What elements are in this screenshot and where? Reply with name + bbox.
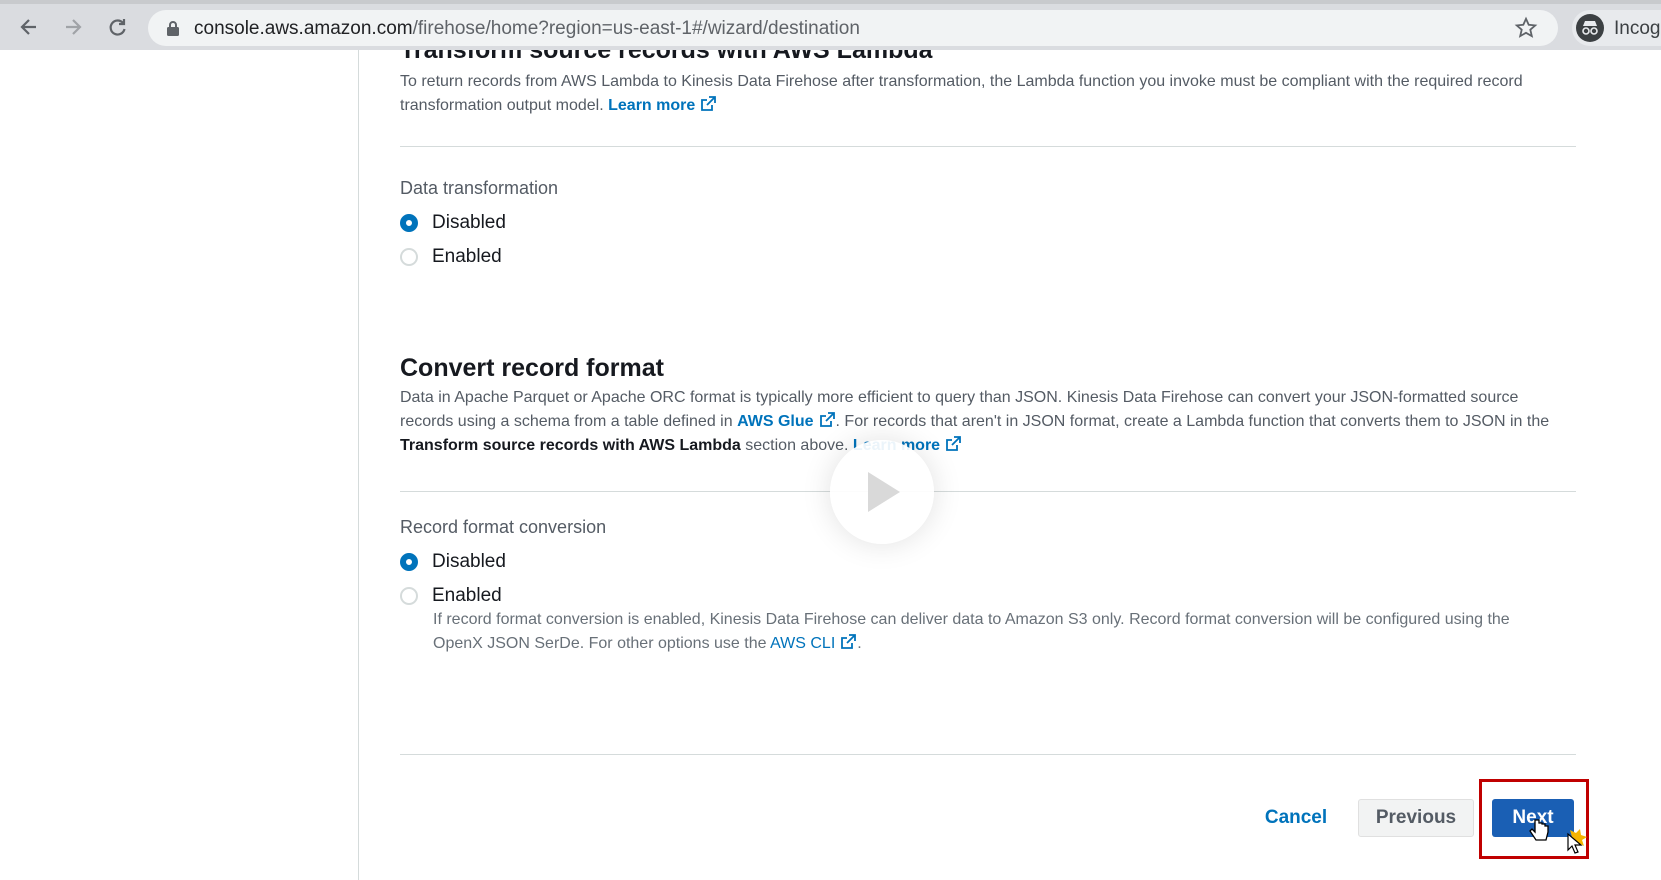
- previous-button[interactable]: Previous: [1358, 799, 1474, 837]
- convert-description-text-3: section above.: [745, 437, 849, 454]
- video-play-button[interactable]: [830, 440, 934, 544]
- arrow-right-icon: [66, 19, 82, 35]
- convert-section-title: Convert record format: [400, 354, 664, 382]
- transform-description-text: To return records from AWS Lambda to Kin…: [400, 73, 1523, 114]
- data-transformation-disabled-option[interactable]: Disabled: [400, 212, 506, 234]
- record-format-disabled-option[interactable]: Disabled: [400, 551, 506, 573]
- lock-icon: [167, 21, 179, 36]
- profile-label: Incog: [1614, 18, 1661, 39]
- url-path: /firehose/home?region=us-east-1#/wizard/…: [412, 18, 860, 39]
- convert-description: Data in Apache Parquet or Apache ORC for…: [400, 386, 1570, 458]
- data-transformation-enabled-option[interactable]: Enabled: [400, 246, 502, 268]
- divider: [400, 146, 1576, 147]
- record-format-hint-end: .: [857, 635, 862, 652]
- external-link-icon: [841, 634, 857, 649]
- radio-label: Disabled: [432, 212, 506, 233]
- radio-button[interactable]: [400, 248, 418, 266]
- aws-glue-label: AWS Glue: [737, 413, 814, 430]
- aws-cli-link[interactable]: AWS CLI: [770, 634, 857, 652]
- hand-cursor-icon: [1529, 819, 1549, 841]
- external-link-icon: [946, 436, 961, 451]
- forward-button[interactable]: [56, 10, 90, 44]
- cancel-button[interactable]: Cancel: [1246, 799, 1346, 837]
- radio-label: Enabled: [432, 246, 502, 267]
- radio-label: Disabled: [432, 551, 506, 572]
- side-navigation-border: [358, 50, 359, 880]
- reload-icon: [109, 19, 126, 36]
- radio-button[interactable]: [400, 587, 418, 605]
- bookmark-star-icon[interactable]: [1514, 16, 1538, 40]
- convert-description-bold: Transform source records with AWS Lambda: [400, 437, 741, 454]
- record-format-hint-text: If record format conversion is enabled, …: [433, 611, 1510, 652]
- click-sparkle-icon: [1567, 829, 1587, 854]
- transform-description: To return records from AWS Lambda to Kin…: [400, 70, 1560, 118]
- url-text: console.aws.amazon.com/firehose/home?reg…: [194, 18, 860, 40]
- browser-toolbar: console.aws.amazon.com/firehose/home?reg…: [0, 0, 1661, 50]
- reload-button[interactable]: [100, 10, 134, 44]
- transform-learn-more-link[interactable]: Learn more: [608, 96, 717, 114]
- radio-button-checked[interactable]: [400, 214, 418, 232]
- external-link-icon: [819, 412, 835, 427]
- radio-button-checked[interactable]: [400, 553, 418, 571]
- record-format-conversion-label: Record format conversion: [400, 517, 607, 537]
- data-transformation-label: Data transformation: [400, 178, 559, 198]
- aws-cli-label: AWS CLI: [770, 635, 836, 652]
- url-host: console.aws.amazon.com: [194, 18, 413, 39]
- arrow-left-icon: [20, 19, 36, 35]
- divider: [400, 754, 1576, 755]
- transform-learn-more-label: Learn more: [608, 97, 696, 114]
- incognito-profile[interactable]: Incog: [1572, 10, 1661, 46]
- convert-description-text-2: . For records that aren't in JSON format…: [835, 413, 1550, 430]
- back-button[interactable]: [12, 10, 46, 44]
- divider: [400, 491, 1576, 492]
- address-bar[interactable]: console.aws.amazon.com/firehose/home?reg…: [148, 10, 1558, 46]
- radio-label: Enabled: [432, 585, 502, 606]
- play-icon: [868, 472, 900, 512]
- record-format-hint: If record format conversion is enabled, …: [433, 608, 1563, 656]
- aws-glue-link[interactable]: AWS Glue: [737, 412, 835, 430]
- record-format-enabled-option[interactable]: Enabled: [400, 585, 502, 607]
- incognito-icon: [1576, 14, 1604, 42]
- external-link-icon: [701, 96, 717, 111]
